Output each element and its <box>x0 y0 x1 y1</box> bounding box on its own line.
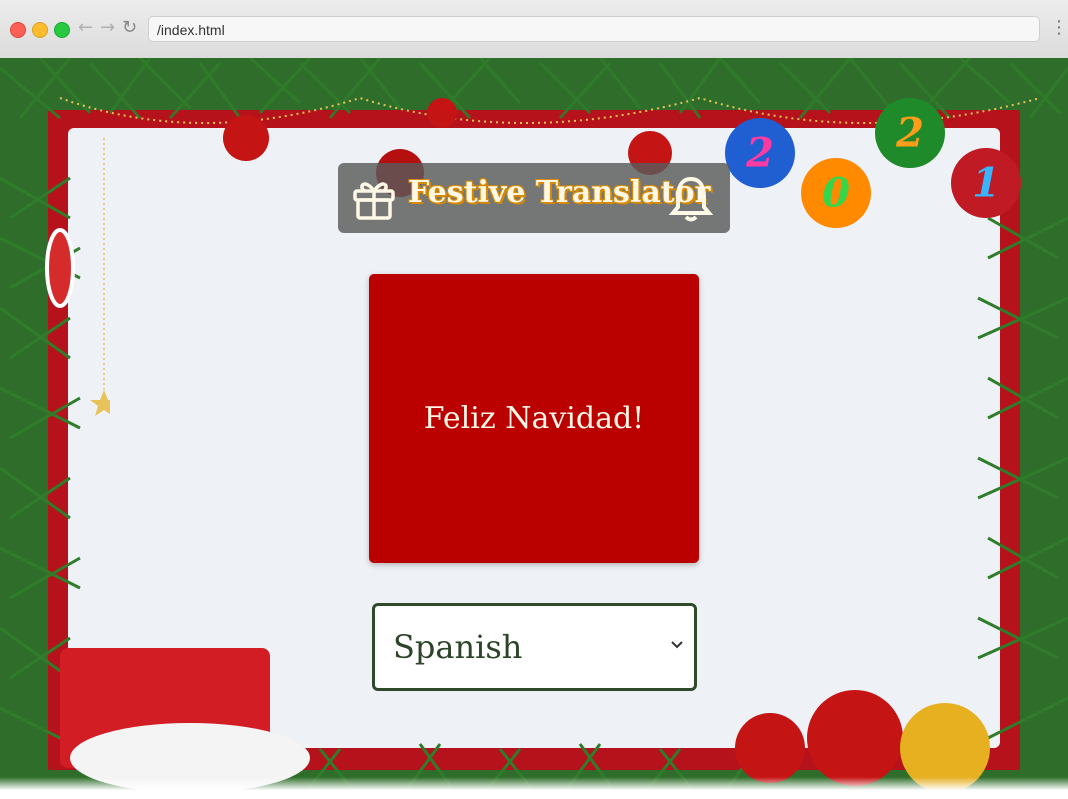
forward-arrow-icon[interactable]: → <box>100 17 115 38</box>
ornament-digit: 0 <box>822 169 850 217</box>
app-title: Festive Translator <box>408 175 711 210</box>
chevron-down-icon <box>671 641 683 649</box>
red-bauble-icon <box>427 98 457 128</box>
snow-strip <box>0 777 1068 799</box>
minimize-window-button[interactable] <box>32 22 48 38</box>
gift-icon <box>353 182 395 220</box>
language-select[interactable]: Spanish <box>372 603 697 691</box>
page-viewport: 2 0 2 1 Festive Translator Feliz Navidad… <box>0 58 1068 799</box>
red-bauble-icon <box>807 690 903 786</box>
ornament-digit: 2 <box>896 109 924 157</box>
bell-icon <box>668 176 714 222</box>
translated-text: Feliz Navidad! <box>423 401 645 436</box>
close-window-button[interactable] <box>10 22 26 38</box>
browser-menu-icon[interactable]: ⋮ <box>1050 17 1068 38</box>
browser-toolbar: ← → ↻ /index.html ⋮ <box>0 0 1068 59</box>
ornament-digit: 1 <box>972 159 1000 207</box>
back-arrow-icon[interactable]: ← <box>78 17 93 38</box>
maximize-window-button[interactable] <box>54 22 70 38</box>
red-bauble-icon <box>735 713 805 783</box>
app-header: Festive Translator <box>338 163 730 233</box>
address-bar[interactable]: /index.html <box>148 16 1040 42</box>
translation-card: Feliz Navidad! <box>369 274 699 563</box>
reload-icon[interactable]: ↻ <box>122 17 137 38</box>
selected-language: Spanish <box>393 628 523 666</box>
red-bauble-icon <box>223 115 269 161</box>
ornament-digit: 2 <box>746 129 774 177</box>
